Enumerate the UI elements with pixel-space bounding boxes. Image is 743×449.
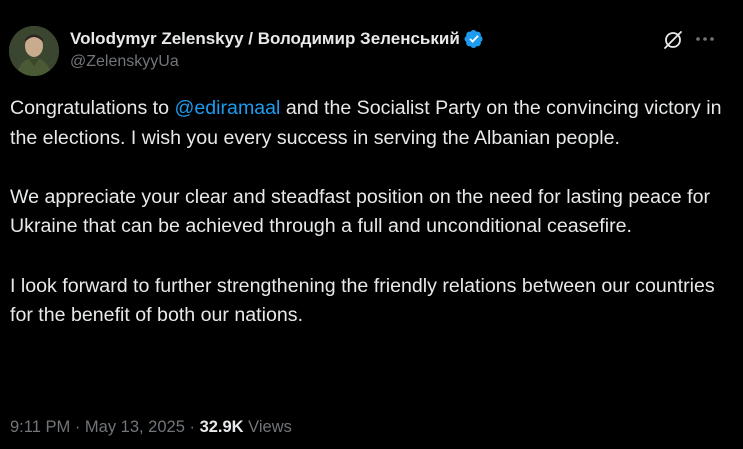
author-handle[interactable]: @ZelenskyyUa <box>70 53 179 71</box>
meta-separator: · <box>70 418 85 436</box>
meta-separator: · <box>184 418 200 436</box>
mention-link[interactable]: @ediramaal <box>174 97 280 119</box>
tweet-date[interactable]: May 13, 2025 <box>85 418 185 436</box>
tweet-meta: 9:11 PM · May 13, 2025 · 32.9K Views <box>10 418 292 437</box>
views-count[interactable]: 32.9K <box>200 418 244 436</box>
tweet-paragraph-2: We appreciate your clear and steadfast p… <box>10 185 711 238</box>
tweet-time[interactable]: 9:11 PM <box>10 418 70 436</box>
tweet: Volodymyr Zelenskyy / Володимир Зеленськ… <box>0 0 743 449</box>
paragraph-1-start: Congratulations to <box>10 97 175 119</box>
tweet-text: Congratulations to @ediramaal and the So… <box>10 94 726 331</box>
views-label: Views <box>243 418 292 436</box>
verified-badge-icon[interactable] <box>464 29 484 49</box>
author-display-name[interactable]: Volodymyr Zelenskyy / Володимир Зеленськ… <box>70 29 460 49</box>
author-name-row: Volodymyr Zelenskyy / Володимир Зеленськ… <box>70 27 484 51</box>
tweet-paragraph-1: Congratulations to @ediramaal and the So… <box>10 94 726 153</box>
tweet-paragraph-3: I look forward to further strengthening … <box>10 274 715 327</box>
grok-icon[interactable] <box>663 30 683 50</box>
avatar[interactable] <box>9 26 59 76</box>
more-dots-icon[interactable] <box>694 29 716 49</box>
